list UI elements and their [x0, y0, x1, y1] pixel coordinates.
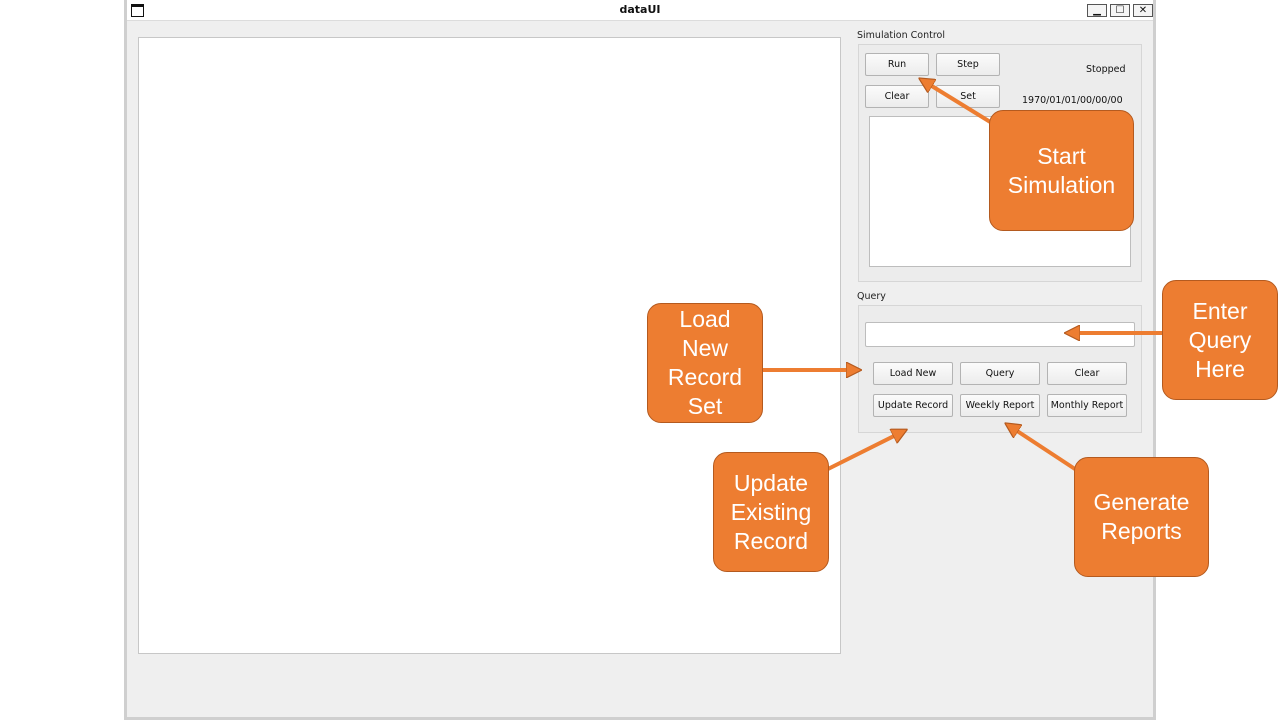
start-simulation-callout: Start Simulation: [989, 110, 1134, 231]
enter-query-callout: Enter Query Here: [1162, 280, 1278, 400]
annotation-arrows: [762, 0, 1164, 473]
update-record-arrow-icon: [827, 431, 904, 471]
generate-reports-arrow-icon: [1008, 425, 1080, 473]
generate-reports-callout: Generate Reports: [1074, 457, 1209, 577]
update-existing-record-callout: Update Existing Record: [713, 452, 829, 572]
load-new-record-set-callout: Load New Record Set: [647, 303, 763, 423]
